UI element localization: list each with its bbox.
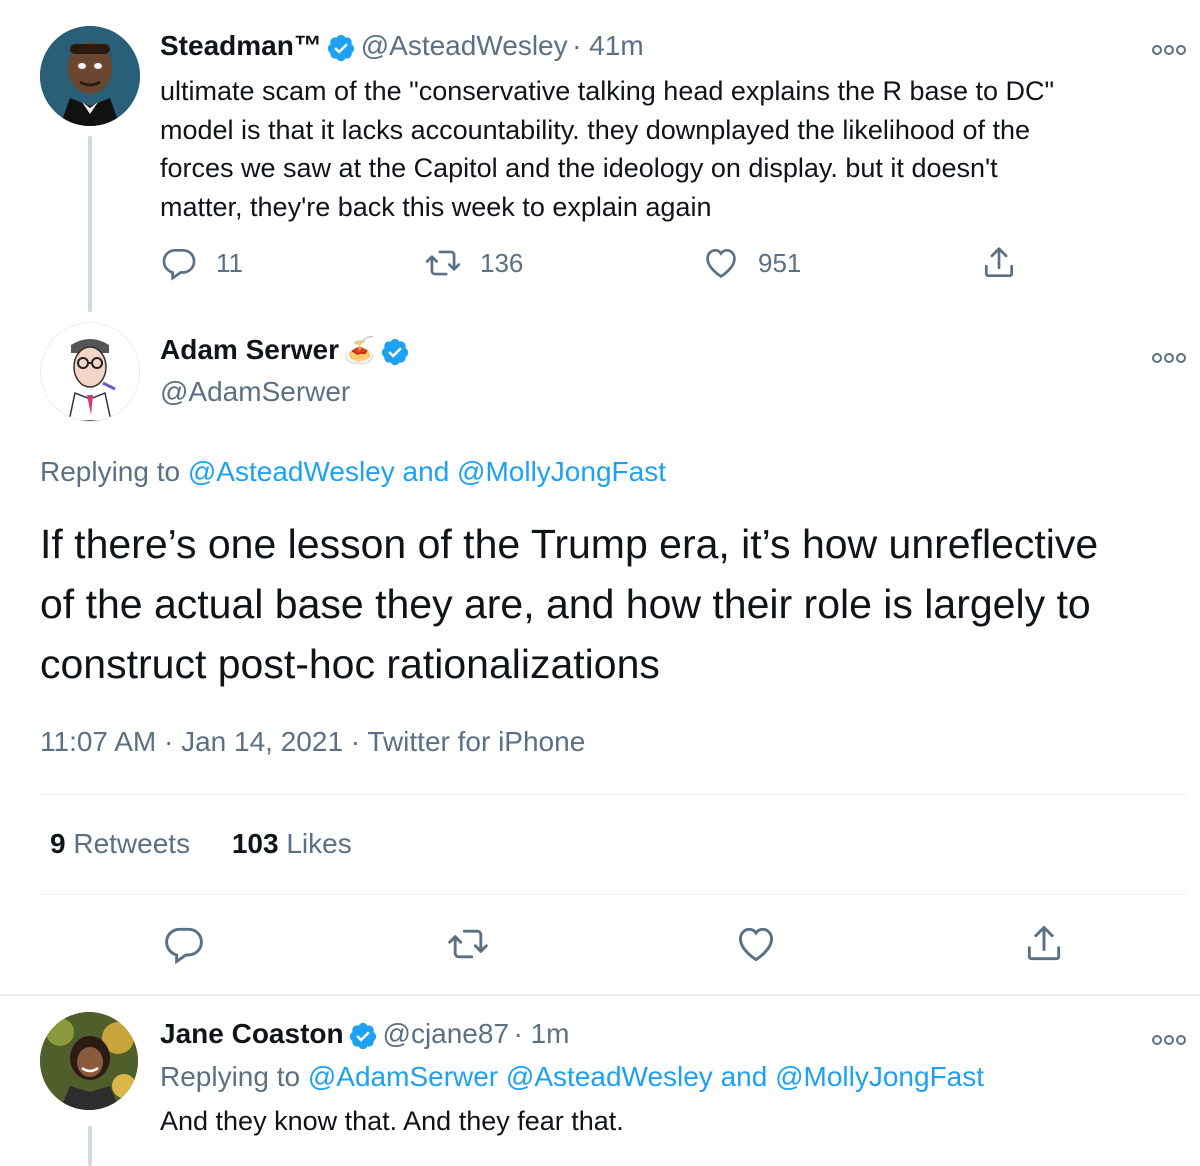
name-emoji: 🍝 xyxy=(343,335,376,365)
author-name[interactable]: Jane Coaston xyxy=(160,1018,344,1049)
heart-icon xyxy=(706,248,736,279)
verified-badge-icon xyxy=(380,337,410,372)
author-name[interactable]: Steadman™ xyxy=(160,30,322,61)
replying-and: and xyxy=(720,1061,768,1092)
more-options-icon[interactable] xyxy=(1152,36,1186,62)
heart-icon xyxy=(738,927,774,962)
author-handle[interactable]: @cjane87 xyxy=(383,1018,510,1049)
tweet1-header: Steadman™ @AsteadWesley · 41m xyxy=(160,30,644,68)
like-label: Likes xyxy=(286,828,352,859)
text-line: construct post-hoc rationalizations xyxy=(40,641,660,687)
replying-user-link[interactable]: @MollyJongFast xyxy=(457,456,666,487)
share-button[interactable] xyxy=(1022,922,1066,966)
text-line: forces we saw at the Capitol and the ide… xyxy=(160,153,998,183)
replying-user-link[interactable]: @AdamSerwer xyxy=(308,1061,498,1092)
reply-icon xyxy=(165,927,203,965)
share-button[interactable] xyxy=(980,244,1018,282)
text-line: ultimate scam of the "conservative talki… xyxy=(160,76,1055,106)
likes-stat[interactable]: 103 Likes xyxy=(232,828,352,859)
retweets-stat[interactable]: 9 Retweets xyxy=(50,828,198,859)
text-line: If there’s one lesson of the Trump era, … xyxy=(40,521,1099,567)
verified-badge-icon xyxy=(326,33,356,68)
retweet-total: 9 xyxy=(50,828,66,859)
replying-user-link[interactable]: @AsteadWesley xyxy=(188,456,395,487)
retweet-icon xyxy=(448,929,488,959)
text-line: of the actual base they are, and how the… xyxy=(40,581,1091,627)
retweet-button[interactable]: 136 xyxy=(424,244,523,282)
replying-user-link[interactable]: @AsteadWesley xyxy=(506,1061,713,1092)
verified-badge-icon xyxy=(348,1021,378,1056)
like-count: 951 xyxy=(758,247,802,278)
retweet-count: 136 xyxy=(480,247,524,278)
engagement-stats: 9 Retweets 103 Likes xyxy=(50,828,352,860)
author-name[interactable]: Adam Serwer xyxy=(160,334,339,365)
like-button[interactable] xyxy=(734,922,778,966)
replying-to: Replying to @AsteadWesley and @MollyJong… xyxy=(40,456,666,488)
text-line: model is that it lacks accountability. t… xyxy=(160,114,1030,145)
like-total: 103 xyxy=(231,828,279,859)
replying-prefix: Replying to xyxy=(40,456,181,487)
thread-line xyxy=(88,1126,92,1166)
reply-button[interactable] xyxy=(162,922,206,966)
like-button[interactable]: 951 xyxy=(702,244,801,282)
share-icon xyxy=(1027,926,1061,961)
tweet1-text: ultimate scam of the "conservative talki… xyxy=(160,72,1190,226)
avatar-image xyxy=(40,26,140,126)
avatar-adam-serwer[interactable] xyxy=(40,322,140,422)
avatar-jane-coaston[interactable] xyxy=(40,1012,138,1110)
more-options-icon[interactable] xyxy=(1152,344,1186,370)
reply-count: 11 xyxy=(216,247,243,278)
author-handle[interactable]: @AdamSerwer xyxy=(160,376,350,408)
replying-and: and xyxy=(402,456,450,487)
retweet-button[interactable] xyxy=(446,922,490,966)
tweet-time[interactable]: · 41m xyxy=(572,30,644,61)
avatar-image xyxy=(40,1012,138,1110)
tweet-time[interactable]: · 1m xyxy=(513,1018,569,1049)
author-handle[interactable]: @AsteadWesley xyxy=(361,30,568,61)
main-header: Adam Serwer 🍝 xyxy=(160,334,410,372)
avatar-image xyxy=(41,323,139,421)
text-line: matter, they're back this week to explai… xyxy=(160,191,712,222)
reply-icon xyxy=(162,248,196,281)
tweet3-header: Jane Coaston @cjane87 · 1m xyxy=(160,1018,569,1056)
more-options-icon[interactable] xyxy=(1152,1026,1186,1052)
replying-user-link[interactable]: @MollyJongFast xyxy=(775,1061,984,1092)
divider xyxy=(40,894,1186,895)
divider xyxy=(0,994,1200,996)
tweet3-text: And they know that. And they fear that. xyxy=(160,1106,624,1136)
retweet-label: Retweets xyxy=(73,828,191,859)
share-icon xyxy=(984,247,1014,278)
replying-prefix: Replying to xyxy=(160,1061,301,1092)
divider xyxy=(40,794,1186,795)
replying-to: Replying to @AdamSerwer @AsteadWesley an… xyxy=(160,1061,984,1093)
reply-button[interactable]: 11 xyxy=(160,244,243,282)
avatar-steadman[interactable] xyxy=(40,26,140,126)
retweet-icon xyxy=(425,250,461,276)
thread-line xyxy=(88,136,92,312)
main-tweet-text: If there’s one lesson of the Trump era, … xyxy=(40,514,1190,694)
tweet-meta[interactable]: 11:07 AM · Jan 14, 2021 · Twitter for iP… xyxy=(40,726,585,758)
